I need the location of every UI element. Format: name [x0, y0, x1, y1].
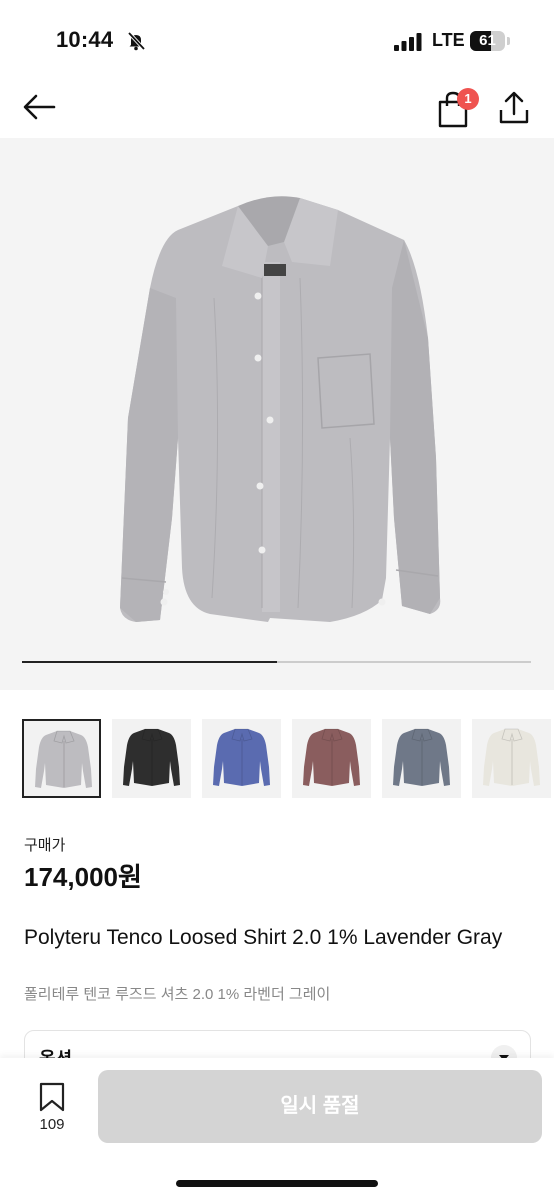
- price-label: 구매가: [24, 837, 66, 854]
- thumbnail-strip: [22, 719, 554, 799]
- thumbnail-image: [123, 728, 180, 786]
- back-button[interactable]: [20, 90, 60, 124]
- thumbnail-brown[interactable]: [292, 719, 371, 798]
- status-bar: 10:44 LTE 61: [0, 0, 554, 76]
- carousel-progress: [22, 661, 531, 663]
- bookmark-icon: [39, 1082, 65, 1112]
- product-image: [120, 196, 441, 622]
- battery-icon: 61: [470, 31, 510, 51]
- buy-button[interactable]: 일시 품절: [98, 1070, 542, 1143]
- thumbnail-ivory[interactable]: [472, 719, 551, 798]
- share-icon: [499, 91, 529, 124]
- thumbnail-image: [483, 728, 540, 786]
- price-value: 174,000원: [24, 862, 142, 892]
- battery-level: 61: [479, 32, 496, 49]
- thumbnail-black[interactable]: [112, 719, 191, 798]
- product-subtitle: 폴리테루 텐코 루즈드 셔츠 2.0 1% 라벤더 그레이: [24, 986, 331, 1003]
- thumbnail-lavender-gray[interactable]: [22, 719, 101, 798]
- bell-slash-icon: [127, 31, 146, 51]
- thumbnail-blue[interactable]: [202, 719, 281, 798]
- nav-bar: 1: [0, 76, 554, 138]
- thumbnail-image: [303, 728, 360, 786]
- status-time: 10:44: [56, 27, 114, 52]
- thumbnail-image: [393, 728, 450, 786]
- product-image-carousel[interactable]: [0, 138, 554, 690]
- share-button[interactable]: [496, 88, 532, 128]
- cart-badge: 1: [457, 88, 479, 110]
- product-title: Polyteru Tenco Loosed Shirt 2.0 1% Laven…: [24, 926, 503, 949]
- arrow-left-icon: [23, 94, 56, 120]
- home-indicator: [176, 1180, 378, 1187]
- thumbnail-image: [35, 730, 92, 788]
- wishlist-button[interactable]: 109: [28, 1080, 76, 1140]
- wishlist-count: 109: [39, 1116, 65, 1133]
- thumbnail-gray-blue[interactable]: [382, 719, 461, 798]
- signal-icon: [394, 33, 422, 51]
- network-label: LTE: [432, 30, 465, 50]
- thumbnail-image: [213, 728, 270, 786]
- bottom-action-bar: 109 일시 품절: [0, 1058, 554, 1200]
